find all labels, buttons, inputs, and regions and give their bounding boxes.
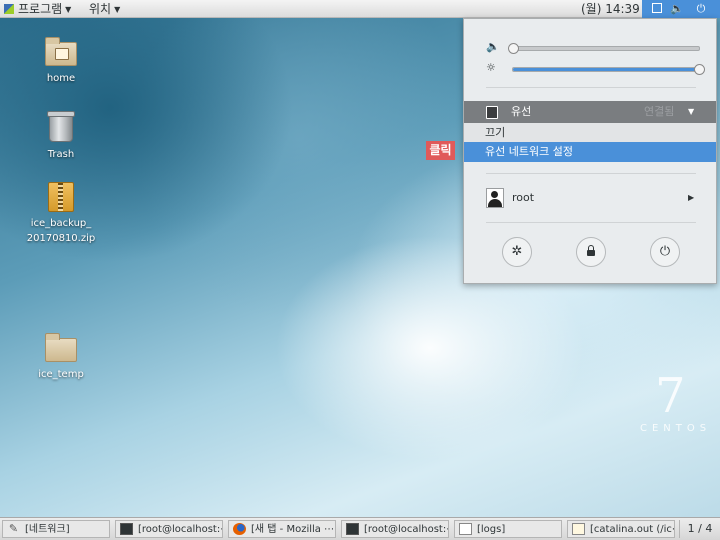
apps-icon — [4, 4, 14, 14]
centos-version-logo: 7 — [655, 368, 686, 424]
brightness-slider-knob[interactable] — [694, 64, 705, 75]
separator — [486, 87, 696, 88]
lock-icon — [587, 245, 595, 256]
task-terminal-2[interactable]: [root@localhost:⋯ — [341, 520, 449, 538]
task-label: [catalina.out (/ic⋯ — [590, 524, 675, 535]
folder-icon — [45, 333, 77, 362]
document-icon — [459, 523, 472, 535]
task-terminal-1[interactable]: [root@localhost:⋯ — [115, 520, 223, 538]
chevron-down-icon: ▼ — [114, 5, 121, 14]
user-avatar-icon — [486, 188, 504, 208]
wired-connection-row[interactable]: 유선 연결됨 ▼ — [464, 101, 716, 123]
places-menu[interactable]: 위치 ▼ — [89, 1, 120, 18]
wired-off-label: 끄기 — [485, 126, 506, 139]
power-icon: ⏻ — [696, 2, 706, 15]
separator — [486, 173, 696, 174]
zip-archive-icon — [48, 182, 74, 212]
firefox-icon — [233, 523, 246, 535]
wired-status: 연결됨 — [644, 105, 675, 118]
wired-label: 유선 — [511, 105, 532, 118]
brightness-slider-row: ☼ — [464, 59, 716, 77]
text-editor-icon — [572, 523, 585, 535]
desktop-icon-label: ice_temp — [38, 369, 84, 380]
desktop-icon-ice-temp[interactable]: ice_temp — [21, 333, 101, 380]
clock[interactable]: (월) 14:39 — [581, 1, 640, 17]
wired-settings-item[interactable]: 유선 네트워크 설정 — [464, 142, 716, 162]
wired-network-icon — [486, 106, 498, 119]
volume-slider[interactable] — [508, 43, 700, 54]
desktop-icon-label: ice_backup_ 20170810.zip — [26, 218, 96, 244]
system-status-area[interactable]: 🔈 ⏻ — [642, 0, 720, 18]
desktop-icon-label: home — [46, 73, 76, 84]
lock-button[interactable] — [576, 237, 606, 267]
task-label: [root@localhost:⋯ — [138, 524, 223, 535]
task-label: [logs] — [477, 524, 506, 535]
applications-menu[interactable]: 프로그램 ▼ — [4, 1, 71, 18]
task-firefox[interactable]: [새 탭 - Mozilla ⋯ — [228, 520, 336, 538]
volume-slider-row: 🔈 — [464, 38, 716, 56]
terminal-icon — [346, 523, 359, 535]
settings-icon: ✲ — [511, 244, 523, 259]
top-bar: 프로그램 ▼ 위치 ▼ (월) 14:39 🔈 ⏻ — [0, 0, 720, 18]
applications-menu-label: 프로그램 — [18, 2, 63, 16]
brightness-slider-fill — [513, 68, 699, 71]
desktop-icon-label: Trash — [47, 149, 75, 160]
settings-button[interactable]: ✲ — [502, 237, 532, 267]
brightness-slider[interactable] — [512, 64, 705, 75]
workspace-pager[interactable]: 1 / 4 — [679, 520, 720, 538]
separator — [486, 222, 696, 223]
task-label: [새 탭 - Mozilla ⋯ — [251, 524, 335, 535]
task-network[interactable]: ✎ [네트워크] — [2, 520, 110, 538]
desktop-icon-trash[interactable]: Trash — [21, 108, 101, 160]
terminal-icon — [120, 523, 133, 535]
task-catalina[interactable]: [catalina.out (/ic⋯ — [567, 520, 675, 538]
window-icon — [649, 1, 665, 17]
chevron-down-icon: ▼ — [688, 107, 695, 116]
volume-network-icon: 🔈 — [670, 2, 684, 15]
desktop-icon-home[interactable]: home — [21, 37, 101, 84]
desktop-icon-zip[interactable]: ice_backup_ 20170810.zip — [21, 178, 101, 246]
user-menu-item[interactable]: root ▶ — [464, 185, 716, 211]
click-annotation-badge: 클릭 — [426, 141, 455, 160]
wired-settings-label: 유선 네트워크 설정 — [485, 145, 573, 158]
speaker-muted-icon: 🔈 — [486, 40, 500, 53]
places-menu-label: 위치 — [89, 2, 112, 16]
system-menu: 🔈 ☼ 유선 연결됨 ▼ 끄기 유선 네트워크 설정 root ▶ ✲ ⏻ — [463, 18, 717, 284]
trash-icon — [47, 111, 75, 142]
task-logs[interactable]: [logs] — [454, 520, 562, 538]
user-name: root — [512, 191, 535, 204]
tools-icon: ✎ — [8, 522, 19, 535]
home-folder-icon — [45, 37, 77, 66]
task-label: [네트워크] — [25, 524, 70, 535]
power-off-button[interactable]: ⏻ — [650, 237, 680, 267]
chevron-down-icon: ▼ — [65, 5, 72, 14]
taskbar: ✎ [네트워크] [root@localhost:⋯ [새 탭 - Mozill… — [0, 517, 720, 540]
power-off-icon: ⏻ — [659, 244, 671, 259]
wired-off-item[interactable]: 끄기 — [464, 123, 716, 142]
chevron-right-icon: ▶ — [688, 193, 695, 202]
brightness-icon: ☼ — [486, 61, 496, 74]
volume-slider-knob[interactable] — [508, 43, 519, 54]
centos-wordmark: CENTOS — [640, 423, 712, 434]
task-label: [root@localhost:⋯ — [364, 524, 449, 535]
